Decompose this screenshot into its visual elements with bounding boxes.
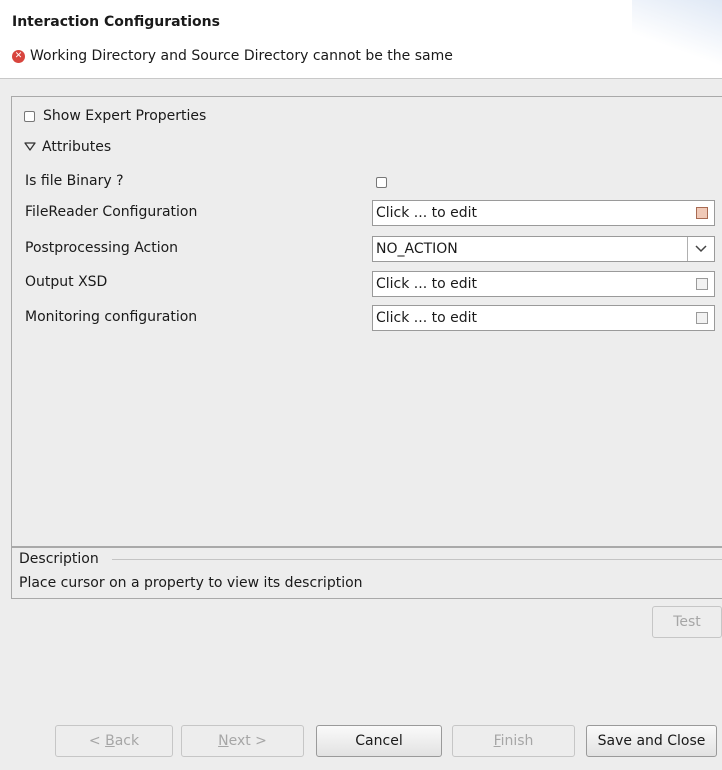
error-message-text: Working Directory and Source Directory c… — [30, 48, 453, 64]
error-icon: ✕ — [12, 49, 25, 63]
save-and-close-button[interactable]: Save and Close — [586, 725, 717, 757]
output-xsd-label: Output XSD — [25, 274, 108, 290]
attributes-label: Attributes — [42, 139, 112, 155]
show-expert-checkbox[interactable] — [24, 110, 35, 122]
chevron-down-icon[interactable] — [687, 237, 714, 261]
test-button-label: Test — [673, 614, 701, 630]
finish-button[interactable]: Finish — [452, 725, 575, 757]
edit-button[interactable] — [696, 207, 708, 219]
description-text: Place cursor on a property to view its d… — [19, 575, 363, 591]
header-decoration — [632, 0, 722, 78]
attributes-section[interactable]: Attributes — [24, 139, 111, 155]
is-file-binary-label: Is file Binary ? — [25, 173, 124, 189]
postprocessing-action-value: NO_ACTION — [376, 241, 458, 257]
postprocessing-action-select[interactable]: NO_ACTION — [372, 236, 715, 262]
description-panel: Description Place cursor on a property t… — [11, 547, 722, 599]
cancel-button-label: Cancel — [355, 733, 403, 749]
output-xsd-field[interactable]: Click ... to edit — [372, 271, 715, 297]
edit-button[interactable] — [696, 312, 708, 324]
postprocessing-action-label: Postprocessing Action — [25, 240, 179, 256]
filereader-config-field[interactable]: Click ... to edit — [372, 200, 715, 226]
filereader-config-label: FileReader Configuration — [25, 204, 198, 220]
monitoring-config-field[interactable]: Click ... to edit — [372, 305, 715, 331]
show-expert-label: Show Expert Properties — [43, 108, 207, 124]
next-button[interactable]: Next > — [181, 725, 304, 757]
test-button[interactable]: Test — [652, 606, 722, 638]
error-message: ✕ Working Directory and Source Directory… — [12, 48, 453, 64]
monitoring-config-label: Monitoring configuration — [25, 309, 198, 325]
description-title: Description — [19, 551, 102, 567]
filereader-config-value: Click ... to edit — [376, 205, 477, 221]
page-title: Interaction Configurations — [12, 14, 220, 30]
back-button[interactable]: < Back — [55, 725, 173, 757]
description-divider — [112, 559, 722, 560]
save-and-close-label: Save and Close — [597, 733, 706, 749]
back-button-label: < Back — [88, 733, 140, 749]
output-xsd-value: Click ... to edit — [376, 276, 477, 292]
next-button-label: Next > — [218, 733, 267, 749]
finish-button-label: Finish — [493, 733, 534, 749]
show-expert-properties[interactable]: Show Expert Properties — [24, 108, 206, 124]
edit-button[interactable] — [696, 278, 708, 290]
cancel-button[interactable]: Cancel — [316, 725, 442, 757]
properties-panel: Show Expert Properties Attributes Is fil… — [11, 96, 722, 547]
expand-triangle-icon[interactable] — [24, 142, 36, 152]
monitoring-config-value: Click ... to edit — [376, 310, 477, 326]
is-file-binary-checkbox[interactable] — [376, 177, 387, 188]
wizard-header: Interaction Configurations ✕ Working Dir… — [0, 0, 722, 79]
